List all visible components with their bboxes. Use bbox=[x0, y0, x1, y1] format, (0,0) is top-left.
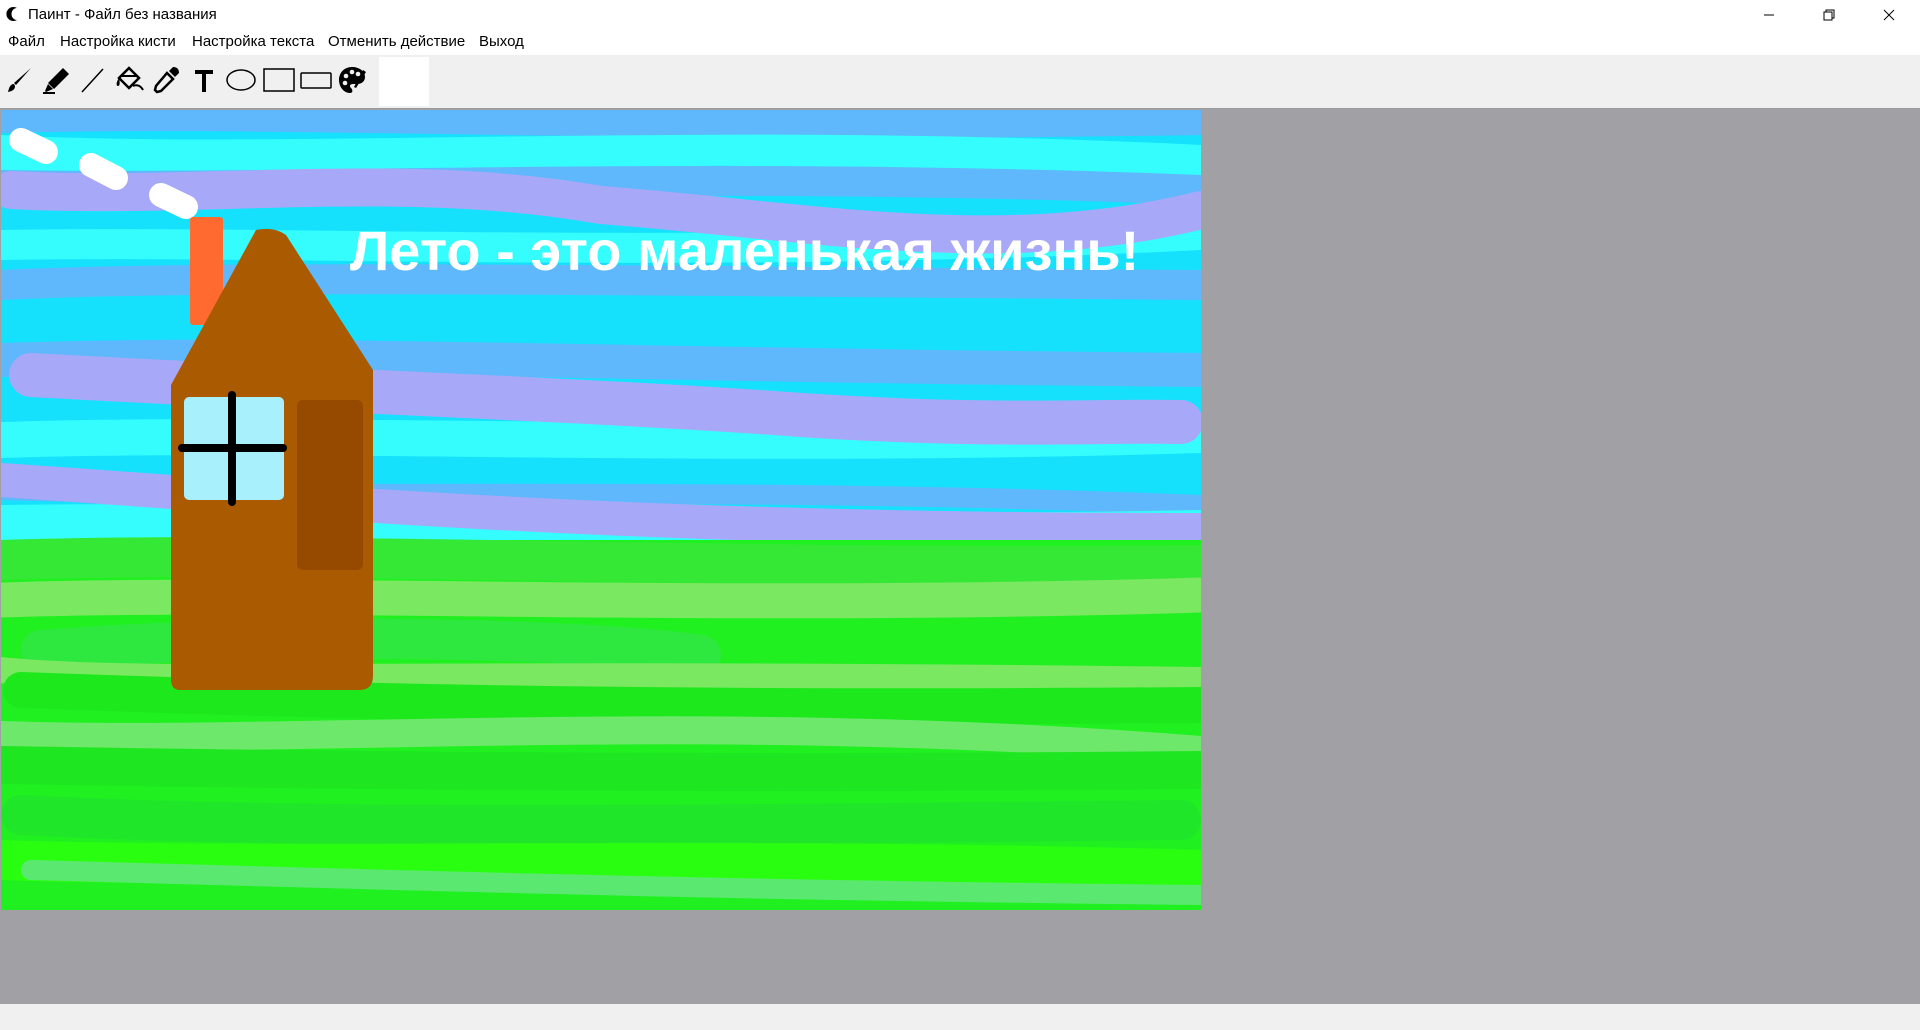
ellipse-icon bbox=[226, 69, 256, 91]
window-title: Паинт - Файл без названия bbox=[28, 6, 217, 23]
fill-bucket-icon bbox=[116, 66, 144, 91]
line-tool[interactable] bbox=[75, 63, 109, 97]
eyedropper-icon bbox=[153, 67, 179, 94]
crescent-icon bbox=[6, 7, 18, 21]
text-tool[interactable] bbox=[187, 63, 221, 97]
marker-icon bbox=[43, 68, 69, 94]
menu-bar: Файл Настройка кисти Настройка текста От… bbox=[0, 30, 1920, 54]
house-door bbox=[297, 400, 363, 570]
ellipse-tool[interactable] bbox=[224, 63, 258, 97]
menu-file[interactable]: Файл bbox=[8, 33, 45, 50]
rounded-rectangle-tool[interactable] bbox=[299, 63, 333, 97]
text-tool-icon bbox=[195, 70, 213, 92]
fill-tool[interactable] bbox=[112, 63, 146, 97]
rectangle-tool[interactable] bbox=[262, 63, 296, 97]
restore-button[interactable] bbox=[1800, 0, 1858, 30]
menu-exit[interactable]: Выход bbox=[479, 33, 524, 50]
eyedropper-tool[interactable] bbox=[149, 63, 183, 97]
menu-brush-settings[interactable]: Настройка кисти bbox=[60, 33, 176, 50]
drawing-canvas[interactable]: Лето - это маленькая жизнь! bbox=[1, 110, 1201, 910]
minimize-button[interactable] bbox=[1740, 0, 1798, 30]
canvas-caption: Лето - это маленькая жизнь! bbox=[350, 219, 1139, 282]
title-bar: Паинт - Файл без названия bbox=[0, 0, 1920, 30]
restore-icon bbox=[1823, 9, 1835, 21]
rounded-rectangle-icon bbox=[300, 72, 332, 89]
painting: Лето - это маленькая жизнь! bbox=[1, 110, 1201, 910]
status-bar bbox=[0, 1004, 1920, 1030]
brush-tool[interactable] bbox=[2, 63, 36, 97]
palette-icon bbox=[339, 67, 366, 93]
current-color-swatch[interactable] bbox=[379, 57, 429, 106]
marker-tool[interactable] bbox=[39, 63, 73, 97]
palette-tool[interactable] bbox=[335, 63, 369, 97]
close-icon bbox=[1883, 9, 1895, 21]
minimize-icon bbox=[1764, 14, 1774, 16]
line-icon bbox=[81, 68, 104, 93]
rectangle-icon bbox=[263, 68, 295, 92]
menu-undo[interactable]: Отменить действие bbox=[328, 33, 465, 50]
toolbar bbox=[0, 55, 1920, 108]
brush-icon bbox=[8, 68, 31, 92]
menu-text-settings[interactable]: Настройка текста bbox=[192, 33, 314, 50]
close-button[interactable] bbox=[1860, 0, 1918, 30]
